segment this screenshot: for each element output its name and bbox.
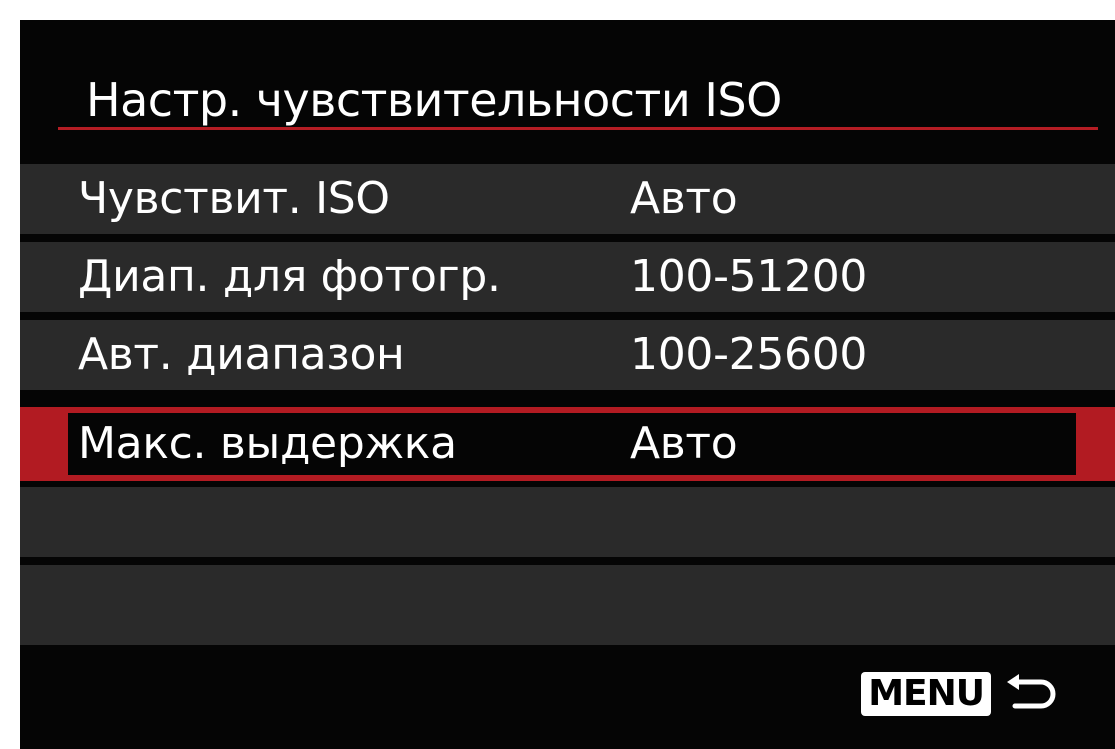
selection-highlight: Макс. выдержка Авто [68,413,1076,475]
return-arrow-icon[interactable] [1003,672,1057,716]
menu-item-iso-sensitivity[interactable]: Чувствит. ISO Авто [20,164,1115,242]
menu-item-label: Диап. для фотогр. [78,251,501,302]
title-underline [58,127,1098,130]
menu-button[interactable]: MENU [861,672,991,716]
menu-item-value: 100-51200 [630,251,868,302]
menu-item-photo-range[interactable]: Диап. для фотогр. 100-51200 [20,242,1115,320]
menu-item-label: Чувствит. ISO [78,173,390,224]
menu-item-auto-range[interactable]: Авт. диапазон 100-25600 [20,320,1115,398]
menu-item-empty [20,565,1115,645]
menu-item-empty [20,487,1115,565]
camera-menu-screen: Настр. чувствительности ISO Чувствит. IS… [20,20,1115,749]
menu-item-value: 100-25600 [630,329,868,380]
menu-item-label: Макс. выдержка [78,418,457,469]
menu-item-value: Авто [630,418,738,469]
menu-item-max-shutter-selected[interactable]: Макс. выдержка Авто [20,407,1115,481]
page-title: Настр. чувствительности ISO [86,73,782,127]
menu-item-value: Авто [630,173,738,224]
menu-item-label: Авт. диапазон [78,329,405,380]
footer: MENU [861,668,1057,720]
